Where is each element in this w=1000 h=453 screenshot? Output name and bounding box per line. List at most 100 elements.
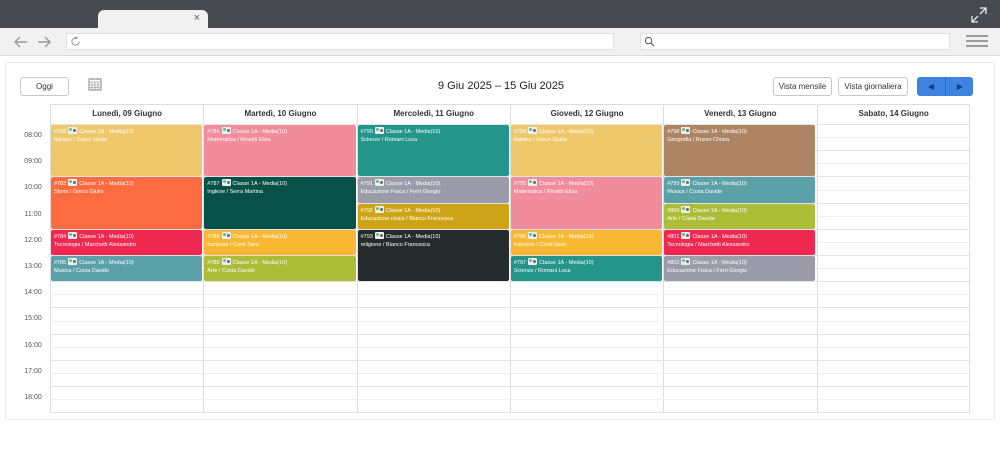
lesson-subject-teacher: religione / Bianco Francesca [360, 241, 430, 248]
lesson-event[interactable]: #788 Classe 1A - Media(10) francese / Cont… [204, 229, 356, 255]
time-label: 09:00 [24, 158, 42, 166]
lesson-id: #798 [667, 129, 680, 135]
class-avatar-icon [528, 231, 538, 239]
class-avatar-icon [68, 179, 78, 187]
lesson-event[interactable]: #793 Classe 1A - Media(10) religione / Bia… [357, 229, 509, 282]
search-bar[interactable] [640, 33, 950, 50]
lesson-subject-teacher: Educazione civica / Bianco Francesca [360, 215, 454, 222]
arrow-right-icon[interactable] [35, 33, 53, 51]
lesson-class: Classe 1A - Media(10) [79, 233, 134, 240]
lesson-class: Classe 1A - Media(10) [539, 181, 594, 188]
class-avatar-icon [68, 127, 78, 134]
lesson-header: #784 Classe 1A - Media(10) [54, 231, 199, 241]
lesson-event[interactable]: #789 Classe 1A - Media(10) Arte / Costa Da… [204, 256, 356, 282]
browser-tab[interactable]: × [98, 10, 208, 28]
lesson-id: #782 [54, 129, 67, 135]
lesson-class: Classe 1A - Media(10) [232, 129, 287, 135]
lesson-header: #797 Classe 1A - Media(10) [514, 258, 659, 267]
lesson-event[interactable]: #787 Classe 1A - Media(10) Inglese / Serra… [204, 177, 356, 229]
day-header: Giovedì, 12 Giugno [509, 104, 664, 124]
lesson-subject-teacher: Inglese / Serra Martina [207, 189, 263, 196]
lesson-class: Classe 1A - Media(10) [385, 181, 441, 188]
day-header: Sabato, 14 Giugno [816, 104, 970, 124]
lesson-header: #788 Classe 1A - Media(10) [207, 231, 352, 241]
lesson-event[interactable]: #798 Classe 1A - Media(10) Geografia / Rus… [664, 125, 816, 177]
lesson-header: #782 Classe 1A - Media(10) [54, 127, 199, 136]
class-avatar-icon [681, 179, 691, 187]
lesson-id: #783 [54, 181, 67, 188]
lesson-id: #794 [513, 129, 527, 135]
hamburger-menu-icon[interactable] [966, 35, 988, 49]
lesson-event[interactable]: #786 Classe 1A - Media(10) Matematica / Ri… [204, 125, 356, 177]
class-avatar-icon [221, 231, 231, 239]
lesson-event[interactable]: #795 Classe 1A - Media(10) Matematica / Ri… [510, 177, 663, 229]
lesson-subject-teacher: francese / Conti Sara [513, 241, 566, 248]
lesson-header: #799 Classe 1A - Media(10) [667, 179, 812, 188]
lesson-class: Classe 1A - Media(10) [232, 181, 287, 188]
lesson-event[interactable]: #782 Classe 1A - Media(10) Italiano / Grec… [51, 125, 203, 177]
lesson-id: #796 [513, 233, 527, 240]
lesson-event[interactable]: #794 Classe 1A - Media(10) Italiano / Grec… [510, 125, 663, 177]
lesson-class: Classe 1A - Media(10) [79, 129, 134, 135]
time-label: 12:00 [24, 236, 42, 244]
class-avatar-icon [374, 231, 384, 239]
lesson-class: Classe 1A - Media(10) [692, 207, 747, 214]
class-avatar-icon [68, 258, 78, 265]
prev-week-button[interactable]: ◀ [917, 77, 945, 96]
lesson-event[interactable]: #785 Classe 1A - Media(10) Musica / Costa … [51, 256, 203, 282]
day-header: Martedì, 10 Giugno [203, 104, 357, 124]
time-label: 11:00 [24, 210, 42, 218]
time-label: 15:00 [24, 315, 42, 323]
lesson-id: #792 [360, 207, 373, 214]
lesson-header: #785 Classe 1A - Media(10) [54, 258, 199, 267]
lesson-id: #787 [207, 181, 220, 188]
lesson-subject-teacher: Musica / Costa Davide [54, 268, 110, 274]
lesson-event[interactable]: #790 Classe 1A - Media(10) Scienze / Roman… [357, 125, 509, 177]
time-label: 14:00 [24, 289, 42, 297]
lesson-class: Classe 1A - Media(10) [692, 260, 747, 266]
time-label: 13:00 [24, 263, 42, 270]
lesson-event[interactable]: #800 Classe 1A - Media(10) Arte / Costa Da… [664, 203, 816, 229]
calendar-app: Oggi 9 Giu 2025 – 15 Giu 2025 Vista mens… [5, 62, 995, 420]
lesson-id: #793 [360, 233, 373, 240]
class-avatar-icon [374, 205, 384, 213]
lesson-event[interactable]: #784 Classe 1A - Media(10) Tecnologia / Ma… [51, 229, 203, 255]
lesson-event[interactable]: #791 Classe 1A - Media(10) Educazione Fisi… [357, 177, 509, 203]
lesson-subject-teacher: Educazione Fisica / Ferri Giorgio [667, 268, 747, 274]
lesson-id: #791 [360, 181, 373, 188]
lesson-id: #801 [667, 233, 680, 240]
reload-icon[interactable] [70, 36, 81, 47]
lesson-event[interactable]: #796 Classe 1A - Media(10) francese / Cont… [510, 229, 663, 255]
lesson-class: Classe 1A - Media(10) [385, 129, 441, 135]
lesson-subject-teacher: Tecnologia / Marchetti Alessandro [667, 241, 750, 248]
lesson-event[interactable]: #783 Classe 1A - Media(10) Storia / Greco … [51, 177, 203, 229]
address-bar[interactable] [66, 33, 614, 50]
lesson-event[interactable]: #802 Classe 1A - Media(10) Educazione Fisi… [664, 256, 816, 282]
lesson-header: #798 Classe 1A - Media(10) [667, 127, 812, 136]
lesson-class: Classe 1A - Media(10) [692, 233, 747, 240]
lesson-id: #797 [513, 260, 527, 266]
half-hour-line [50, 346, 971, 348]
lesson-event[interactable]: #797 Classe 1A - Media(10) Scienze / Roman… [510, 256, 663, 282]
lesson-subject-teacher: Scienze / Romani Luca [513, 268, 571, 274]
lesson-class: Classe 1A - Media(10) [539, 233, 594, 240]
time-label: 10:00 [24, 184, 42, 192]
lesson-class: Classe 1A - Media(10) [692, 129, 747, 135]
half-hour-line [50, 372, 971, 374]
arrow-left-icon[interactable] [12, 33, 30, 51]
hour-line [50, 386, 971, 387]
expand-icon[interactable] [970, 6, 988, 24]
class-avatar-icon [528, 127, 538, 134]
lesson-event[interactable]: #799 Classe 1A - Media(10) Musica / Costa … [664, 177, 816, 203]
next-week-button[interactable]: ▶ [946, 77, 974, 96]
month-view-button[interactable]: Vista mensile [773, 77, 832, 96]
lesson-event[interactable]: #792 Classe 1A - Media(10) Educazione civi… [357, 203, 509, 229]
day-header: Mercoledì, 11 Giugno [356, 104, 510, 124]
class-avatar-icon [681, 205, 691, 213]
hour-line [50, 412, 971, 414]
class-avatar-icon [68, 231, 78, 239]
day-view-button[interactable]: Vista giornaliera [838, 77, 908, 96]
lesson-class: Classe 1A - Media(10) [692, 181, 747, 188]
lesson-event[interactable]: #801 Classe 1A - Media(10) Tecnologia / Ma… [664, 229, 816, 255]
tab-close-icon[interactable]: × [194, 11, 200, 25]
